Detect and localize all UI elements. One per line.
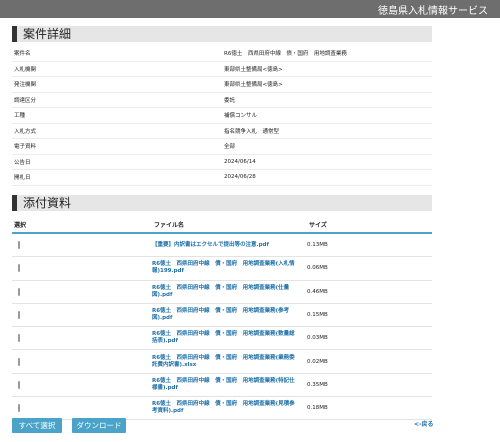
details-heading: 案件詳細 — [12, 26, 432, 42]
table-row: R6徳土 西県田府中線 債・国府 用地調査業務(入札情報)199.pdf 0.06… — [12, 257, 432, 281]
file-checkbox[interactable] — [18, 404, 20, 413]
column-filename: ファイル名 — [154, 221, 185, 229]
table-row: R6徳土 西県田府中線 債・国府 用地調査業務(参考図).pdf 0.15MB — [12, 304, 432, 328]
detail-label: 電子資料 — [14, 144, 37, 151]
detail-value: 委託 — [224, 97, 236, 104]
attachments-table: 選択 ファイル名 サイズ 【重要】内訳書はエクセルで提出等の注意.pdf 0.13… — [12, 216, 432, 421]
file-link[interactable]: R6徳土 西県田府中線 債・国府 用地調査業務(特記仕様書).pdf — [152, 378, 297, 392]
detail-value: 指名競争入札 通常型 — [224, 128, 280, 135]
detail-value: 全部 — [224, 144, 236, 151]
detail-row: 発注機関 東部県土整備局<徳島> — [12, 77, 432, 93]
file-checkbox[interactable] — [18, 311, 20, 320]
column-select: 選択 — [14, 221, 27, 229]
table-header: 選択 ファイル名 サイズ — [12, 216, 432, 234]
file-checkbox[interactable] — [18, 334, 20, 343]
file-checkbox[interactable] — [18, 357, 20, 366]
file-link[interactable]: R6徳土 西県田府中線 債・国府 用地調査業務(入札情報)199.pdf — [152, 261, 297, 275]
details-table: 案件名 R6徳土 西県田府中線 債・国府 用地調査業務 入札機関 東部県土整備局<徳… — [12, 46, 432, 186]
download-button[interactable]: ダウンロード — [72, 418, 126, 433]
detail-row: 公告日 2024/06/14 — [12, 155, 432, 170]
detail-value: R6徳土 西県田府中線 債・国府 用地調査業務 — [224, 51, 347, 58]
file-link[interactable]: R6徳土 西県田府中線 債・国府 用地調査業務(業務委託費内訳書).xlsx — [152, 355, 297, 369]
file-size: 0.13MB — [307, 242, 328, 249]
detail-label: 入札機関 — [14, 66, 37, 73]
detail-label: 公告日 — [14, 159, 31, 166]
detail-label: 入札方式 — [14, 128, 37, 135]
file-link[interactable]: R6徳土 西県田府中線 債・国府 用地調査業務(参考図).pdf — [152, 308, 297, 322]
detail-row: 工種 補償コンサル — [12, 108, 432, 124]
file-size: 0.46MB — [307, 288, 328, 295]
column-size: サイズ — [309, 221, 327, 229]
file-size: 0.35MB — [307, 381, 328, 388]
detail-value: 東部県土整備局<徳島> — [224, 66, 283, 73]
detail-row: 入札方式 指名競争入札 通常型 — [12, 124, 432, 139]
table-row: R6徳土 西県田府中線 債・国府 用地調査業務(仕量図).pdf 0.46MB — [12, 281, 432, 304]
table-row: 【重要】内訳書はエクセルで提出等の注意.pdf 0.13MB — [12, 234, 432, 258]
table-row: R6徳土 西県田府中線 債・国府 用地調査業務(業務委託費内訳書).xlsx 0.… — [12, 350, 432, 374]
file-checkbox[interactable] — [18, 241, 20, 250]
detail-row: 開札日 2024/06/28 — [12, 170, 432, 186]
back-link[interactable]: <-戻る — [414, 419, 434, 428]
file-size: 0.03MB — [307, 335, 328, 342]
detail-label: 調達区分 — [14, 97, 37, 104]
file-checkbox[interactable] — [18, 264, 20, 273]
detail-value: 2024/06/14 — [224, 158, 256, 165]
table-row: R6徳土 西県田府中線 債・国府 用地調査業務(特記仕様書).pdf 0.35MB — [12, 374, 432, 398]
detail-label: 発注機関 — [14, 82, 37, 89]
detail-row: 調達区分 委託 — [12, 93, 432, 108]
top-bar: 徳島県入札情報サービス — [0, 0, 500, 18]
detail-row: 案件名 R6徳土 西県田府中線 債・国府 用地調査業務 — [12, 46, 432, 62]
table-row: R6徳土 西県田府中線 債・国府 用地調査業務(数量総括表).pdf 0.03MB — [12, 327, 432, 351]
file-size: 0.18MB — [307, 405, 328, 412]
file-link[interactable]: R6徳土 西県田府中線 債・国府 用地調査業務(数量総括表).pdf — [152, 331, 297, 345]
table-row: R6徳土 西県田府中線 債・国府 用地調査業務(見積参考資料).pdf 0.18M… — [12, 397, 432, 421]
file-link[interactable]: R6徳土 西県田府中線 債・国府 用地調査業務(仕量図).pdf — [152, 285, 297, 299]
detail-value: 補償コンサル — [224, 113, 258, 120]
select-all-button[interactable]: すべて選択 — [12, 418, 62, 433]
detail-label: 工種 — [14, 113, 26, 120]
detail-label: 案件名 — [14, 51, 31, 58]
detail-value: 東部県土整備局<徳島> — [224, 82, 283, 89]
file-checkbox[interactable] — [18, 380, 20, 389]
detail-value: 2024/06/28 — [224, 174, 256, 181]
file-checkbox[interactable] — [18, 287, 20, 296]
attachments-heading: 添付資料 — [12, 195, 432, 211]
file-size: 0.15MB — [307, 312, 328, 319]
detail-row: 入札機関 東部県土整備局<徳島> — [12, 62, 432, 77]
detail-label: 開札日 — [14, 175, 31, 182]
file-link[interactable]: 【重要】内訳書はエクセルで提出等の注意.pdf — [152, 242, 297, 249]
detail-row: 電子資料 全部 — [12, 139, 432, 155]
file-link[interactable]: R6徳土 西県田府中線 債・国府 用地調査業務(見積参考資料).pdf — [152, 401, 297, 415]
site-name: 徳島県入札情報サービス — [378, 5, 488, 17]
file-size: 0.06MB — [307, 265, 328, 272]
file-size: 0.02MB — [307, 358, 328, 365]
